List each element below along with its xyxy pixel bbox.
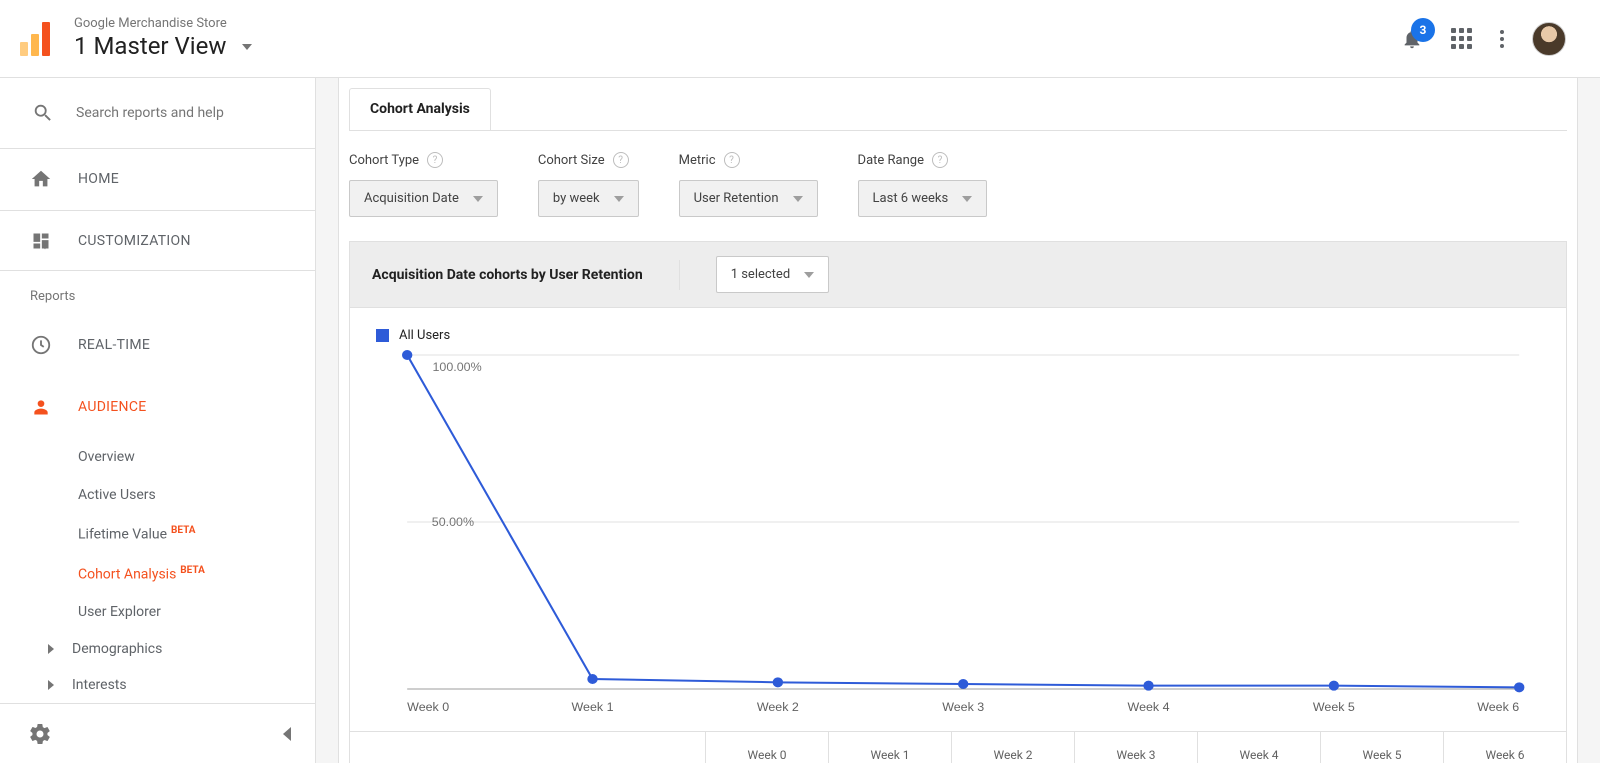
search-input[interactable]: Search reports and help bbox=[0, 78, 315, 148]
cohort-table-header: Week 0Week 1Week 2Week 3Week 4Week 5Week… bbox=[349, 732, 1567, 763]
notifications-button[interactable]: 3 bbox=[1401, 28, 1423, 50]
subnav-interests[interactable]: Interests bbox=[0, 667, 315, 703]
admin-button[interactable] bbox=[28, 722, 52, 746]
collapse-sidebar-button[interactable] bbox=[283, 727, 291, 741]
subnav-cohort-analysis[interactable]: Cohort AnalysisBETA bbox=[78, 554, 315, 594]
date-range-select[interactable]: Last 6 weeks bbox=[858, 180, 988, 217]
legend-swatch bbox=[376, 329, 389, 342]
nav-home[interactable]: HOME bbox=[0, 148, 315, 210]
subnav-lifetime-value[interactable]: Lifetime ValueBETA bbox=[78, 514, 315, 554]
person-icon bbox=[31, 397, 51, 417]
cohort-type-select[interactable]: Acquisition Date bbox=[349, 180, 498, 217]
subnav-active-users[interactable]: Active Users bbox=[78, 476, 315, 514]
retention-chart: 100.00% 50.00% Week 0 Week 1 Week 2 Week 3 Wee… bbox=[376, 349, 1540, 723]
svg-text:Week 3: Week 3 bbox=[942, 700, 984, 714]
home-icon bbox=[30, 168, 52, 190]
svg-text:Week 4: Week 4 bbox=[1128, 700, 1170, 714]
apps-button[interactable] bbox=[1451, 28, 1472, 49]
view-switcher[interactable]: Google Merchandise Store 1 Master View bbox=[74, 17, 252, 60]
caret-down-icon bbox=[242, 44, 252, 50]
account-name: Google Merchandise Store bbox=[74, 17, 252, 31]
dashboard-icon: + bbox=[31, 231, 51, 251]
search-icon bbox=[32, 102, 54, 124]
subnav-demographics[interactable]: Demographics bbox=[0, 631, 315, 667]
week-column-header: Week 4 bbox=[1198, 732, 1321, 763]
week-column-header: Week 6 bbox=[1444, 732, 1566, 763]
top-bar: Google Merchandise Store 1 Master View 3 bbox=[0, 0, 1600, 78]
subnav-user-explorer[interactable]: User Explorer bbox=[78, 593, 315, 631]
week-column-header: Week 1 bbox=[829, 732, 952, 763]
sidebar-footer bbox=[0, 703, 315, 763]
ga-logo bbox=[20, 22, 50, 56]
chart-panel: Acquisition Date cohorts by User Retenti… bbox=[349, 241, 1567, 732]
nav-realtime[interactable]: REAL-TIME bbox=[0, 314, 315, 376]
sidebar: Search reports and help HOME + CUSTOMIZA… bbox=[0, 78, 316, 763]
subnav-overview[interactable]: Overview bbox=[78, 438, 315, 476]
svg-text:50.00%: 50.00% bbox=[432, 515, 474, 529]
nav-audience[interactable]: AUDIENCE bbox=[0, 376, 315, 438]
svg-text:Week 1: Week 1 bbox=[572, 700, 614, 714]
svg-text:100.00%: 100.00% bbox=[432, 360, 481, 374]
week-column-header: Week 3 bbox=[1075, 732, 1198, 763]
more-menu-button[interactable] bbox=[1500, 30, 1504, 48]
week-column-header: Week 5 bbox=[1321, 732, 1444, 763]
main-panel: Cohort Analysis Cohort Type? Acquisition… bbox=[316, 78, 1600, 763]
report-controls: Cohort Type? Acquisition Date Cohort Siz… bbox=[339, 132, 1577, 241]
tab-cohort-analysis[interactable]: Cohort Analysis bbox=[349, 88, 491, 131]
nav-customization[interactable]: + CUSTOMIZATION bbox=[0, 210, 315, 272]
cohort-size-select[interactable]: by week bbox=[538, 180, 639, 217]
expand-icon bbox=[48, 644, 54, 654]
gear-icon bbox=[28, 722, 52, 746]
help-icon[interactable]: ? bbox=[427, 152, 443, 168]
account-avatar[interactable] bbox=[1532, 22, 1566, 56]
help-icon[interactable]: ? bbox=[724, 152, 740, 168]
reports-heading: Reports bbox=[0, 271, 315, 314]
svg-text:+: + bbox=[43, 242, 48, 251]
week-column-header: Week 0 bbox=[706, 732, 829, 763]
chart-title: Acquisition Date cohorts by User Retenti… bbox=[372, 267, 643, 283]
metric-select[interactable]: User Retention bbox=[679, 180, 818, 217]
help-icon[interactable]: ? bbox=[932, 152, 948, 168]
help-icon[interactable]: ? bbox=[613, 152, 629, 168]
svg-text:Week 2: Week 2 bbox=[757, 700, 799, 714]
svg-text:Week 6: Week 6 bbox=[1477, 700, 1519, 714]
notification-badge: 3 bbox=[1411, 18, 1435, 42]
report-tabbar: Cohort Analysis bbox=[339, 78, 1577, 132]
chart-legend: All Users bbox=[350, 308, 1566, 343]
week-column-header: Week 2 bbox=[952, 732, 1075, 763]
view-name: 1 Master View bbox=[74, 33, 226, 59]
svg-text:Week 0: Week 0 bbox=[407, 700, 449, 714]
series-selector[interactable]: 1 selected bbox=[716, 256, 829, 293]
audience-subnav: Overview Active Users Lifetime ValueBETA… bbox=[0, 438, 315, 631]
expand-icon bbox=[48, 680, 54, 690]
svg-text:Week 5: Week 5 bbox=[1313, 700, 1355, 714]
search-placeholder: Search reports and help bbox=[76, 105, 224, 121]
clock-icon bbox=[30, 334, 52, 356]
